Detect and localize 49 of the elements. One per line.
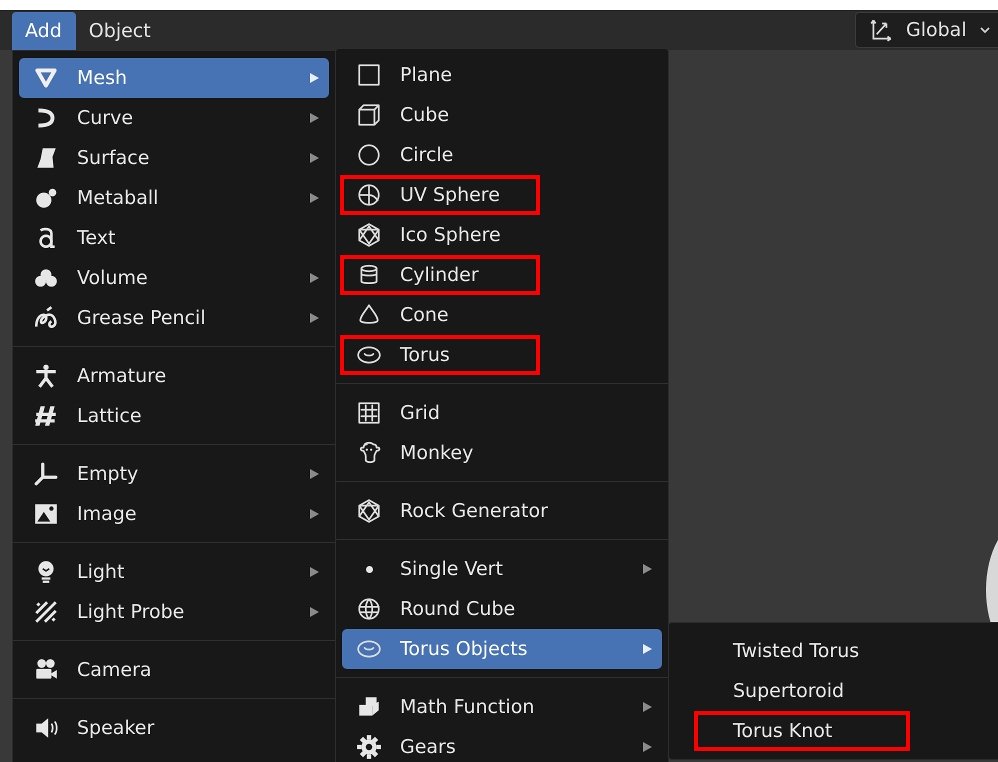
menu-item[interactable]: Volume: [19, 258, 329, 298]
menu-item[interactable]: Twisted Torus: [675, 631, 998, 671]
menu-item[interactable]: Plane: [342, 55, 662, 95]
circle-icon: [356, 142, 382, 168]
menu-item[interactable]: Speaker: [19, 708, 329, 748]
menu-item[interactable]: Cube: [342, 95, 662, 135]
axes-icon: [868, 17, 894, 43]
axes-icon: [33, 461, 59, 487]
menu-item[interactable]: Armature: [19, 356, 329, 396]
dot-icon: [366, 566, 373, 572]
menu-item[interactable]: Metaball: [19, 178, 329, 218]
menu-item[interactable]: Lattice: [19, 396, 329, 436]
menu-item[interactable]: Round Cube: [342, 589, 662, 629]
menu-item[interactable]: Grease Pencil: [19, 298, 329, 338]
menu-item[interactable]: Camera: [19, 650, 329, 690]
menu-item[interactable]: Torus: [342, 335, 662, 375]
menu-item[interactable]: Empty: [19, 454, 329, 494]
menu-item[interactable]: Light: [19, 552, 329, 592]
menu-item[interactable]: Curve: [19, 98, 329, 138]
menu-item[interactable]: Mesh: [19, 58, 329, 98]
menu-item[interactable]: Torus Objects: [342, 629, 662, 669]
grid-icon: [356, 400, 382, 426]
menu-item[interactable]: UV Sphere: [342, 175, 662, 215]
menu-item[interactable]: Torus Knot: [675, 711, 998, 751]
squiggle-icon: [33, 305, 59, 331]
menu-item[interactable]: Supertoroid: [675, 671, 998, 711]
menu-item[interactable]: Circle: [342, 135, 662, 175]
cube-icon: [356, 102, 382, 128]
menu-item[interactable]: Math Function: [342, 687, 662, 727]
menu-item[interactable]: Image: [19, 494, 329, 534]
sphere-icon: [356, 596, 382, 622]
menu-item[interactable]: Rock Generator: [342, 491, 662, 531]
menu-item[interactable]: Gears: [342, 727, 662, 762]
menu-tab[interactable]: Add: [12, 12, 76, 50]
menu-item[interactable]: Ico Sphere: [342, 215, 662, 255]
menu-item[interactable]: Monkey: [342, 433, 662, 473]
menu-item[interactable]: Cylinder: [342, 255, 662, 295]
menu-item[interactable]: Surface: [19, 138, 329, 178]
icosphere-icon: [356, 222, 382, 248]
square-icon: [356, 62, 382, 88]
menu-tab[interactable]: Object: [76, 12, 165, 50]
uv-sphere-icon: [356, 182, 382, 208]
orientation-dropdown[interactable]: Global: [855, 12, 998, 48]
icosphere-icon: [356, 498, 382, 524]
menu-item[interactable]: Grid: [342, 393, 662, 433]
menu-item[interactable]: Text: [19, 218, 329, 258]
menu-item[interactable]: Cone: [342, 295, 662, 335]
menu-item[interactable]: Light Probe: [19, 592, 329, 632]
menu-item[interactable]: Single Vert: [342, 549, 662, 589]
